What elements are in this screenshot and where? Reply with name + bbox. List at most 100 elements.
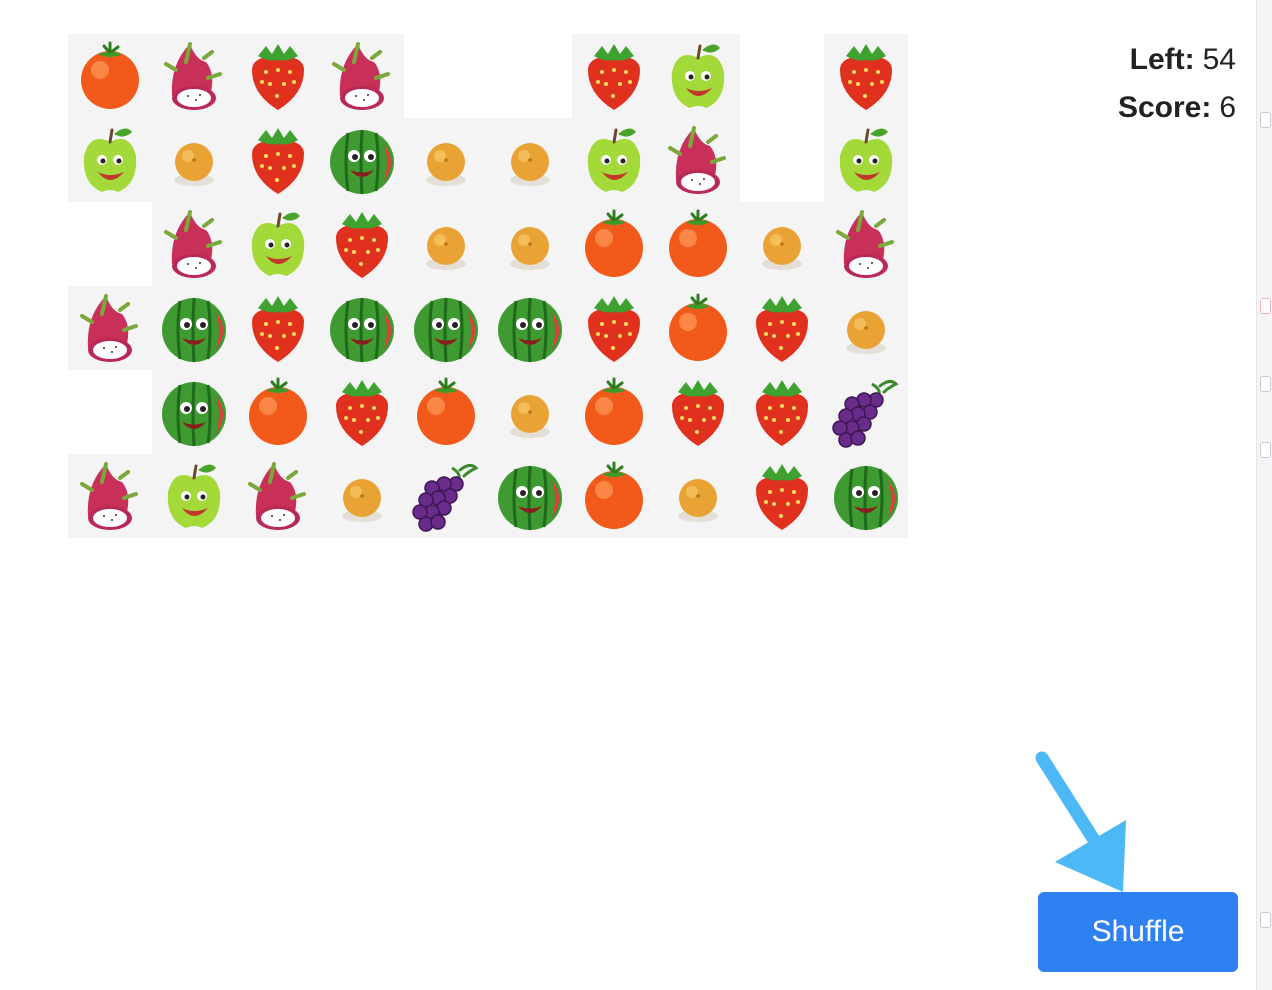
strawberry-icon: [672, 380, 724, 446]
tile-apple[interactable]: [236, 202, 320, 286]
tile-strawberry[interactable]: [236, 286, 320, 370]
tile-strawberry[interactable]: [572, 34, 656, 118]
tile-orange[interactable]: [488, 370, 572, 454]
tomato-icon: [669, 293, 727, 361]
pointer-arrow-icon: [1035, 751, 1126, 892]
tile-grapes[interactable]: [404, 454, 488, 538]
tiles-left-label: Left:: [1129, 43, 1195, 76]
tile-strawberry[interactable]: [320, 370, 404, 454]
tile-dragonfruit[interactable]: [824, 202, 908, 286]
green-apple-icon: [839, 128, 893, 192]
tile-orange[interactable]: [740, 202, 824, 286]
strawberry-icon: [588, 296, 640, 362]
tile-apple[interactable]: [824, 118, 908, 202]
tile-orange[interactable]: [824, 286, 908, 370]
strawberry-icon: [756, 296, 808, 362]
tile-apple[interactable]: [572, 118, 656, 202]
dragonfruit-icon: [80, 462, 138, 530]
dragonfruit-icon: [332, 42, 390, 110]
tile-strawberry[interactable]: [740, 454, 824, 538]
tile-dragonfruit[interactable]: [152, 34, 236, 118]
tile-grapes[interactable]: [824, 370, 908, 454]
tile-tomato[interactable]: [68, 34, 152, 118]
tomato-icon: [585, 209, 643, 277]
tile-orange[interactable]: [404, 202, 488, 286]
side-strip-marker: [1260, 112, 1271, 128]
strawberry-icon: [756, 380, 808, 446]
score-row: Score: 6: [1118, 84, 1236, 132]
dragonfruit-icon: [164, 210, 222, 278]
tiles-left-row: Left: 54: [1118, 36, 1236, 84]
orange-icon: [174, 143, 214, 186]
tile-dragonfruit[interactable]: [68, 286, 152, 370]
tile-dragonfruit[interactable]: [236, 454, 320, 538]
dragonfruit-icon: [668, 126, 726, 194]
tile-strawberry[interactable]: [740, 286, 824, 370]
tile-watermelon[interactable]: [488, 454, 572, 538]
tile-orange[interactable]: [152, 118, 236, 202]
tile-tomato[interactable]: [572, 454, 656, 538]
orange-icon: [846, 311, 886, 354]
tile-strawberry[interactable]: [320, 202, 404, 286]
tile-watermelon[interactable]: [404, 286, 488, 370]
tile-strawberry[interactable]: [236, 34, 320, 118]
tile-tomato[interactable]: [572, 370, 656, 454]
tile-apple[interactable]: [656, 34, 740, 118]
strawberry-icon: [756, 464, 808, 530]
side-strip-marker: [1260, 298, 1271, 314]
tile-tomato[interactable]: [572, 202, 656, 286]
tile-orange[interactable]: [488, 118, 572, 202]
tile-watermelon[interactable]: [488, 286, 572, 370]
tile-strawberry[interactable]: [572, 286, 656, 370]
tile-orange[interactable]: [404, 118, 488, 202]
tile-watermelon[interactable]: [152, 286, 236, 370]
tile-apple[interactable]: [68, 118, 152, 202]
strawberry-icon: [588, 44, 640, 110]
tile-watermelon[interactable]: [320, 118, 404, 202]
tile-dragonfruit[interactable]: [656, 118, 740, 202]
tile-tomato[interactable]: [656, 286, 740, 370]
tile-strawberry[interactable]: [824, 34, 908, 118]
tile-apple[interactable]: [152, 454, 236, 538]
strawberry-icon: [252, 128, 304, 194]
tile-dragonfruit[interactable]: [320, 34, 404, 118]
tile-orange[interactable]: [488, 202, 572, 286]
orange-icon: [426, 143, 466, 186]
watermelon-icon: [498, 465, 562, 531]
orange-icon: [510, 395, 550, 438]
score-label: Score:: [1117, 91, 1212, 124]
tile-dragonfruit[interactable]: [152, 202, 236, 286]
tile-strawberry[interactable]: [656, 370, 740, 454]
tile-dragonfruit[interactable]: [68, 454, 152, 538]
watermelon-icon: [162, 297, 226, 363]
side-strip-marker: [1260, 376, 1271, 392]
tile-watermelon[interactable]: [152, 370, 236, 454]
tile-orange[interactable]: [656, 454, 740, 538]
tile-tomato[interactable]: [656, 202, 740, 286]
watermelon-icon: [414, 297, 478, 363]
watermelon-icon: [330, 297, 394, 363]
tile-strawberry[interactable]: [236, 118, 320, 202]
green-apple-icon: [587, 128, 641, 192]
watermelon-icon: [330, 129, 394, 195]
orange-icon: [678, 479, 718, 522]
dragonfruit-icon: [164, 42, 222, 110]
side-scroll-strip[interactable]: [1256, 0, 1272, 990]
fruit-tile-board: [68, 34, 908, 538]
tile-watermelon[interactable]: [824, 454, 908, 538]
tile-tomato[interactable]: [404, 370, 488, 454]
grapes-icon: [832, 379, 899, 448]
dragonfruit-icon: [248, 462, 306, 530]
green-apple-icon: [83, 128, 137, 192]
tile-tomato[interactable]: [236, 370, 320, 454]
green-apple-icon: [251, 212, 305, 276]
tomato-icon: [585, 377, 643, 445]
strawberry-icon: [252, 44, 304, 110]
strawberry-icon: [336, 380, 388, 446]
shuffle-button[interactable]: Shuffle: [1038, 892, 1238, 972]
orange-icon: [762, 227, 802, 270]
tomato-icon: [81, 41, 139, 109]
tile-watermelon[interactable]: [320, 286, 404, 370]
tile-orange[interactable]: [320, 454, 404, 538]
tile-strawberry[interactable]: [740, 370, 824, 454]
